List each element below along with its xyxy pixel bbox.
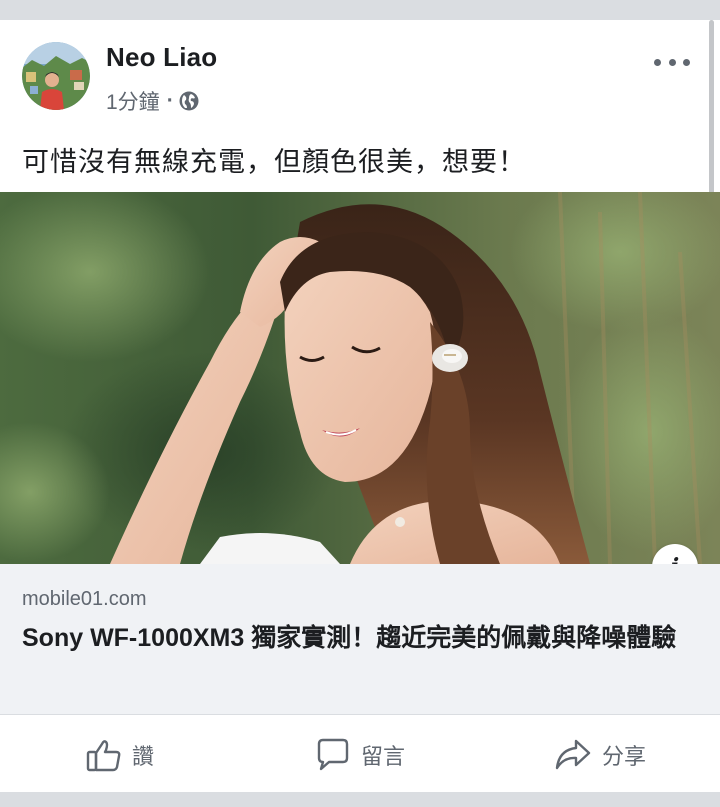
post-header: Neo Liao 1分鐘 · [0,20,720,120]
more-dot-icon [683,58,690,66]
photo-woman-earbuds [0,192,720,564]
meta-separator: · [166,89,174,112]
thumbs-up-icon [86,740,121,772]
like-button[interactable]: 讚 [0,718,240,792]
globe-icon [179,91,199,111]
link-title[interactable]: Sony WF-1000XM3 獨家實測！趨近完美的佩戴與降噪體驗 [22,618,702,658]
post-actions: 讚 留言 分享 [0,718,720,792]
feed-divider-top [0,0,720,20]
feed-page: Neo Liao 1分鐘 · 可惜沒有無線充電，但顏色很美，想要！ mobile… [0,0,720,807]
link-domain: mobile01.com [22,588,147,610]
comment-button[interactable]: 留言 [240,718,480,792]
share-arrow-icon [555,739,591,770]
more-dot-icon [654,58,661,66]
avatar[interactable] [22,42,90,110]
comment-icon [317,738,349,771]
post-time[interactable]: 1分鐘 [106,86,160,116]
share-button[interactable]: 分享 [480,718,720,792]
link-preview[interactable]: mobile01.com Sony WF-1000XM3 獨家實測！趨近完美的佩… [0,564,720,715]
more-dot-icon [668,58,676,66]
avatar-image [22,42,90,110]
more-options-button[interactable] [654,50,690,74]
comment-label: 留言 [360,744,405,769]
post-meta: 1分鐘 · [106,86,199,116]
feed-divider-bottom [0,792,720,807]
post-card: Neo Liao 1分鐘 · 可惜沒有無線充電，但顏色很美，想要！ mobile… [0,20,720,792]
author-name[interactable]: Neo Liao [106,42,217,73]
post-image[interactable] [0,192,720,564]
share-label: 分享 [601,744,646,769]
post-text: 可惜沒有無線充電，但顏色很美，想要！ [22,147,526,177]
like-label: 讚 [131,744,154,769]
